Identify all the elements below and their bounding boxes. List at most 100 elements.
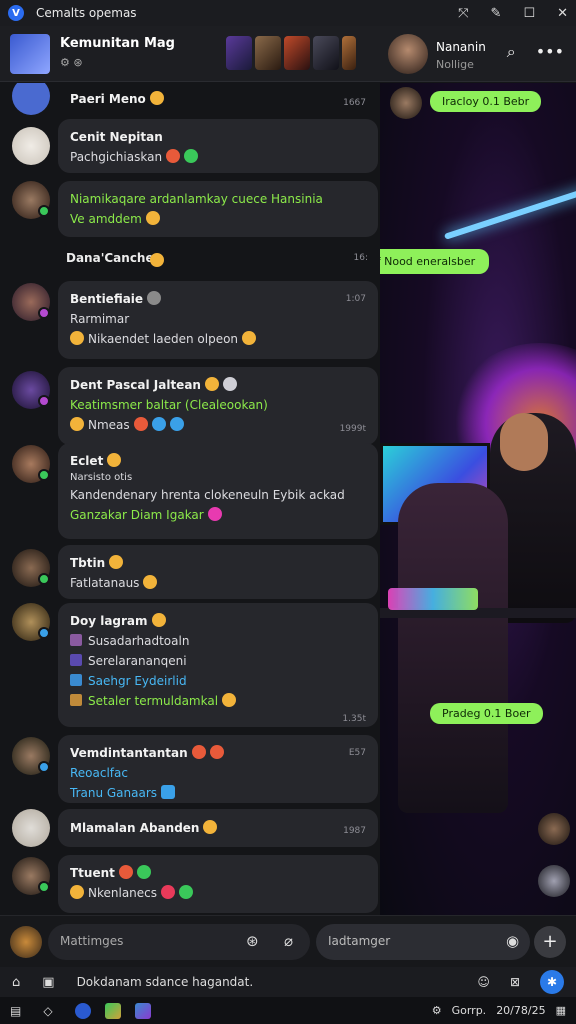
peer-avatar[interactable]	[388, 34, 428, 74]
message-text: Pachgichiaskan	[70, 150, 163, 164]
avatar	[12, 809, 50, 847]
list-item[interactable]: Dana'Canches 16:	[0, 243, 380, 277]
status-badge	[38, 881, 50, 893]
neon-light	[443, 172, 576, 240]
more-icon[interactable]: •••	[536, 42, 564, 62]
close-icon[interactable]: ✕	[557, 6, 568, 21]
browser-icon[interactable]	[74, 1002, 91, 1019]
diamond-icon[interactable]: ◇	[43, 1004, 52, 1018]
emoji-icon	[204, 377, 219, 391]
window-controls: ⤧ ✎ ☐ ✕	[458, 6, 568, 21]
sender-name: Dana'Canches	[66, 251, 161, 265]
timestamp: 16:	[353, 253, 368, 263]
emoji-icon	[70, 417, 84, 431]
add-button[interactable]: +	[534, 926, 566, 958]
emoji-icon	[207, 507, 222, 521]
message-text: Saehgr Eydeirlid	[88, 674, 187, 688]
emoji-icon	[161, 885, 176, 899]
thumbnail-icon	[70, 694, 82, 706]
gallery-icon[interactable]: ▣	[42, 975, 54, 990]
image-icon[interactable]: ⊠	[510, 975, 520, 989]
emoji-icon	[118, 865, 133, 879]
composer: Mattimges ⊛ ⌀ Iadtamger ◉ +	[0, 915, 576, 967]
gear-icon[interactable]: ⚙	[432, 1004, 442, 1017]
avatar	[12, 127, 50, 165]
avatar[interactable]	[538, 813, 570, 845]
app-icon[interactable]	[134, 1002, 151, 1019]
attach-icon[interactable]: ⌀	[284, 932, 293, 950]
sent-message[interactable]: Vs f Nood eneralsber	[380, 249, 490, 274]
thumbnail[interactable]	[342, 36, 356, 70]
emoji-icon	[169, 417, 184, 431]
home-icon[interactable]: ⌂	[12, 975, 20, 990]
secondary-input[interactable]: Iadtamger	[316, 924, 530, 960]
message-text: Serelarananqeni	[88, 654, 187, 668]
group-avatar[interactable]	[10, 34, 50, 74]
message-text: Narsisto otis	[70, 472, 133, 483]
app-icon[interactable]	[104, 1002, 121, 1019]
thumbnail[interactable]	[255, 36, 281, 70]
emoji-icon	[149, 91, 164, 105]
emoji-icon	[222, 693, 237, 707]
emoji-icon	[151, 613, 166, 627]
group-name[interactable]: Kemunitan Mag	[60, 36, 175, 51]
message-text: Niamikaqare ardanlamkay cuece Hansinia	[70, 192, 323, 206]
message-text: Setaler termuldamkal	[88, 694, 219, 708]
message-text: Ve amddem	[70, 212, 142, 226]
status-badge	[38, 205, 50, 217]
emoji-icon	[136, 865, 151, 879]
emoji-icon	[143, 575, 158, 589]
sender-name: Cenit Nepitan	[70, 130, 163, 144]
timestamp: E57	[348, 748, 366, 758]
message-input[interactable]: Mattimges	[48, 924, 310, 960]
message-text: Reoaclfac	[70, 766, 128, 780]
sender-name: Paeri Meno	[70, 92, 146, 106]
maximize-icon[interactable]: ☐	[523, 6, 535, 21]
thumbnail[interactable]	[226, 36, 252, 70]
avatar[interactable]	[538, 865, 570, 897]
peer-name[interactable]: Nananin	[436, 40, 486, 54]
sent-message[interactable]: Iracloy 0.1 Bebr	[430, 91, 542, 112]
thumbnail[interactable]	[313, 36, 339, 70]
message-bubble: Tbtin Fatlatanaus	[58, 545, 378, 599]
sender-name: Bentiefiaie	[70, 292, 144, 306]
record-icon[interactable]: ◉	[506, 932, 519, 950]
window-title: Cemalts opemas	[36, 6, 137, 20]
message-bubble: Cenit Nepitan Pachgichiaskan	[58, 119, 378, 173]
edit-icon[interactable]: ✎	[491, 6, 502, 21]
emoji-icon	[147, 291, 162, 305]
status-text: Dokdanam sdance hagandat.	[76, 975, 254, 989]
emoji-icon	[150, 253, 164, 267]
sent-message[interactable]: Pradeg 0.1 Boer	[430, 703, 543, 724]
header-actions: ⌕ •••	[507, 42, 564, 62]
accessibility-icon[interactable]: ✱	[540, 970, 564, 994]
message-text: Kandendenary hrenta clokeneuln Eybik ack…	[70, 488, 345, 502]
title-bar: V Cemalts opemas ⤧ ✎ ☐ ✕	[0, 0, 576, 26]
thumbnail[interactable]	[284, 36, 310, 70]
message-bubble: Niamikaqare ardanlamkay cuece Hansinia V…	[58, 181, 378, 237]
timestamp: 1.35t	[342, 714, 366, 724]
share-icon[interactable]: ⤧	[458, 6, 468, 21]
search-icon[interactable]: ⌕	[507, 42, 516, 62]
avatar[interactable]	[10, 926, 42, 958]
message-text: Susadarhadtoaln	[88, 634, 190, 648]
emoji-icon	[242, 331, 257, 345]
files-icon[interactable]: ▤	[10, 1004, 21, 1018]
emoji-button-icon[interactable]: ☺	[477, 975, 490, 989]
thumbnail-icon	[70, 634, 82, 646]
notification-icon[interactable]: ▦	[556, 1004, 566, 1017]
sender-name: Eclet	[70, 454, 104, 468]
taskbar-status: Gorrp.	[451, 1004, 487, 1017]
sticker-icon[interactable]: ⊛	[246, 932, 259, 950]
sender-name: Mlamalan Abanden	[70, 821, 200, 835]
keyboard-image	[388, 588, 478, 610]
sender-name: Dent Pascal Jaltean	[70, 378, 201, 392]
avatar[interactable]	[390, 87, 422, 119]
timestamp: 1667	[343, 98, 366, 108]
app-logo-icon: V	[8, 5, 24, 21]
taskbar: ▤ ◇ ⚙ Gorrp. 20/78/25 ▦	[0, 997, 576, 1024]
timestamp: 1:07	[345, 294, 366, 304]
message-bubble: Doy lagram Susadarhadtoaln Serelarananqe…	[58, 603, 378, 727]
emoji-icon	[133, 417, 148, 431]
status-bar: ⌂ ▣ Dokdanam sdance hagandat. ☺ ⊠ ✱	[0, 967, 576, 997]
